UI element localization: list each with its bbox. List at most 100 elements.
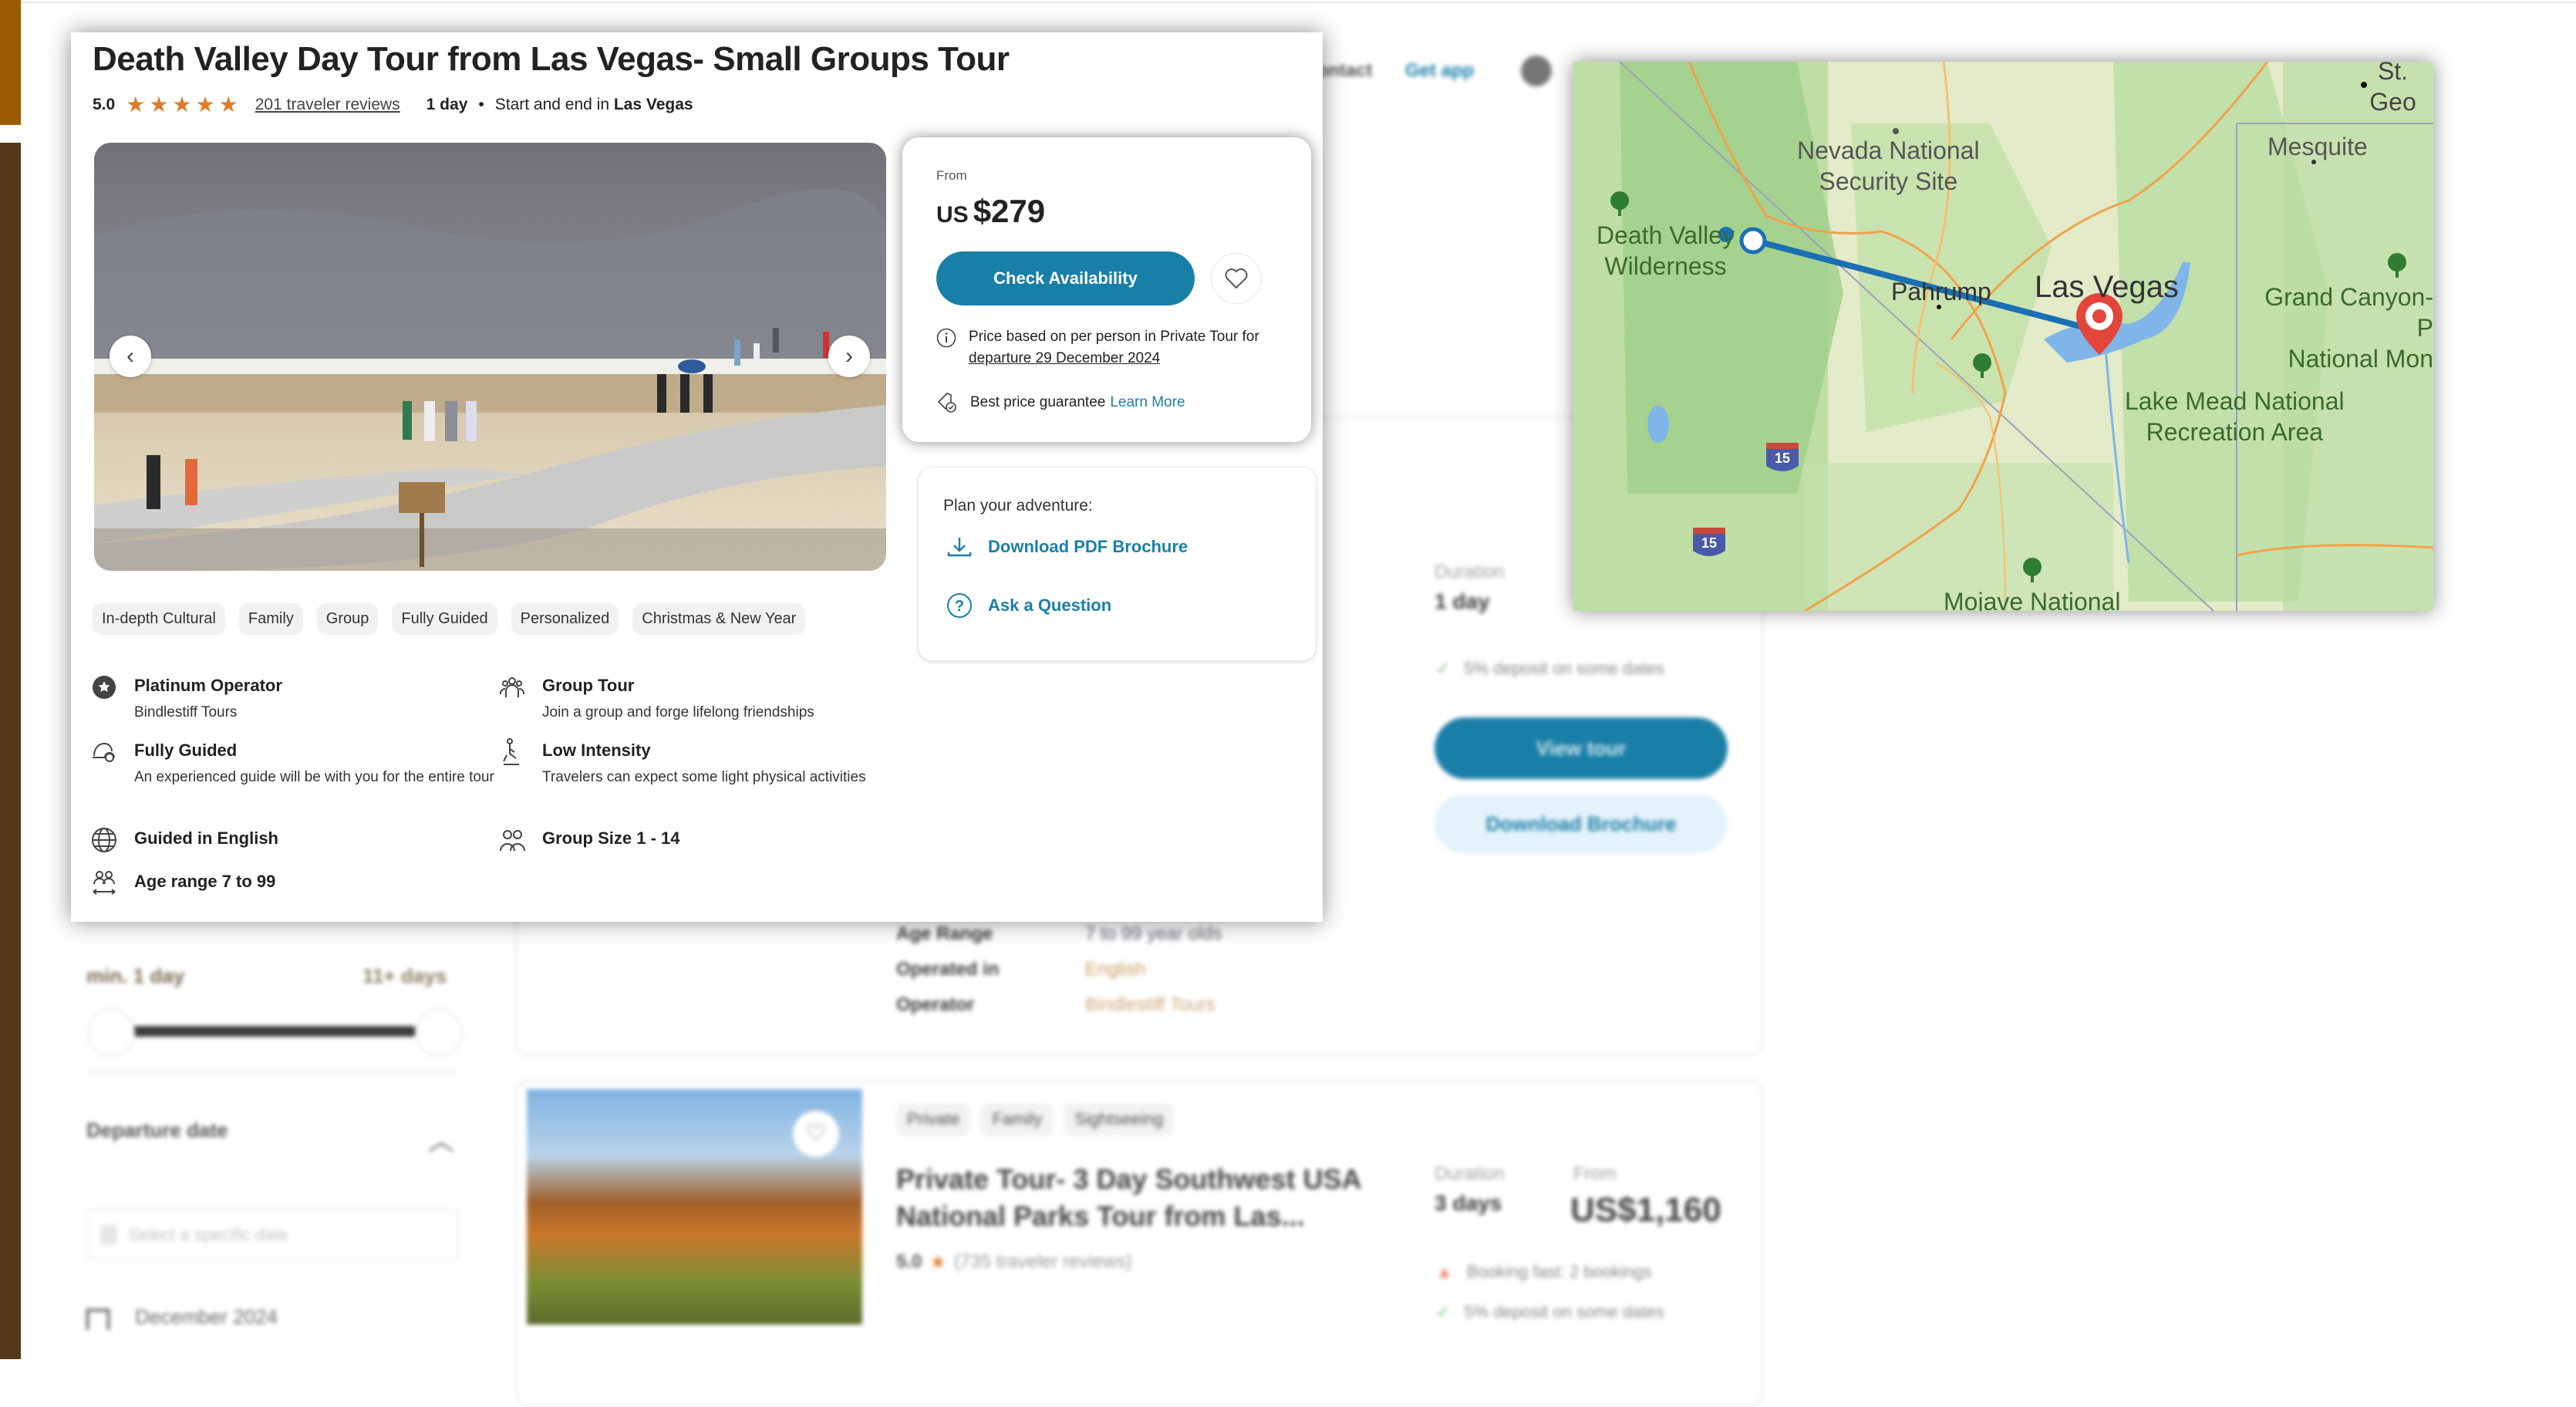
plan-heading: Plan your adventure: — [943, 497, 1093, 515]
language-globe-icon[interactable] — [1521, 56, 1552, 86]
map-label-pahrump: Pahrump — [1891, 278, 1991, 305]
flame-icon: ▲ — [1436, 1262, 1453, 1281]
globe-icon — [91, 827, 117, 853]
wishlist-button[interactable] — [1211, 253, 1262, 304]
duration-slider-track[interactable] — [131, 1026, 416, 1037]
tour-photo-gallery[interactable]: ‹ › — [94, 143, 886, 571]
ask-question-link[interactable]: ? Ask a Question — [946, 592, 1111, 619]
sidebar-filters: min. 1 day 11+ days Departure date ︿ Sel… — [46, 910, 478, 1359]
from-label: From — [936, 168, 967, 183]
star-icon: ★ — [218, 93, 238, 116]
feature-subtitle: Travelers can expect some light physical… — [542, 769, 866, 785]
tag: Family — [981, 1103, 1054, 1135]
download-brochure-button[interactable]: Download Brochure — [1435, 795, 1728, 853]
tag: Christmas & New Year — [632, 603, 806, 635]
rating-value: 5.0 — [93, 96, 116, 113]
date-select-input[interactable]: Select a specific date — [86, 1210, 460, 1260]
feature-title: Guided in English — [134, 828, 278, 848]
calendar-icon — [100, 1225, 117, 1245]
listing2-title[interactable]: Private Tour- 3 Day Southwest USA Nation… — [896, 1161, 1390, 1235]
date-placeholder: Select a specific date — [128, 1225, 288, 1244]
departure-date-link[interactable]: departure 29 December 2024 — [969, 348, 1259, 369]
listing2-price: US$1,160 — [1570, 1191, 1721, 1229]
plan-adventure-card: Plan your adventure: Download PDF Brochu… — [918, 467, 1317, 661]
sidebar-divider — [86, 1071, 457, 1073]
get-app-link[interactable]: Get app — [1405, 60, 1474, 82]
feature-group-tour: Group Tour Join a group and forge lifelon… — [499, 674, 814, 724]
check-availability-button[interactable]: Check Availability — [936, 251, 1195, 305]
listing1-details: Age Range 7 to 99 year olds Operated in En… — [896, 916, 1222, 1023]
heart-icon — [1225, 268, 1248, 289]
month-checkbox[interactable] — [86, 1309, 110, 1330]
group-tour-icon — [499, 674, 525, 700]
check-icon: ✓ — [1436, 1302, 1451, 1321]
tag: Family — [238, 603, 303, 635]
map-label-lake-mead: Lake Mead National Recreation Area — [2125, 387, 2345, 446]
svg-text:15: 15 — [1775, 450, 1790, 466]
departure-date-heading[interactable]: Departure date — [86, 1119, 228, 1142]
download-pdf-brochure-link[interactable]: Download PDF Brochure — [946, 535, 1188, 558]
chevron-up-icon[interactable]: ︿ — [428, 1120, 454, 1158]
listing2-tags: Private Family Sightseeing — [896, 1103, 1175, 1135]
listing2-deposit-note: ✓ 5% deposit on some dates — [1436, 1302, 1664, 1321]
check-icon: ✓ — [1436, 659, 1451, 678]
map-label-nevada-security-site: Nevada National Security Site — [1797, 137, 1980, 195]
guide-cap-icon — [91, 739, 117, 765]
duration-slider-max-handle[interactable] — [415, 1009, 463, 1057]
interstate-15-shield-south: 15 — [1693, 528, 1725, 556]
feature-subtitle: Join a group and forge lifelong friendsh… — [542, 704, 814, 720]
tour-duration: 1 day — [426, 96, 468, 113]
listing1-duration-value: 1 day — [1435, 589, 1490, 613]
guarantee-text: Best price guarantee — [970, 394, 1106, 410]
route-waypoint-marker — [1739, 227, 1767, 255]
listing2-wishlist-heart-icon[interactable]: ♡ — [793, 1111, 839, 1157]
feature-group-size: Group Size 1 - 14 — [499, 827, 680, 853]
listing2-booking-note: ▲ Booking fast: 2 bookings — [1436, 1262, 1652, 1281]
chevron-left-icon: ‹ — [126, 343, 134, 369]
duration-slider-min-handle[interactable] — [87, 1009, 135, 1057]
tag: Fully Guided — [392, 603, 497, 635]
map-label-mojave: Mojave National — [1944, 588, 2121, 611]
download-icon — [947, 538, 972, 557]
group-size-icon — [499, 827, 525, 853]
star-icon: ★ — [195, 93, 215, 116]
price-tag-check-icon — [937, 393, 956, 413]
listing2-rating: 5.0 ★ (735 traveler reviews) — [896, 1251, 1132, 1273]
tag: Private — [896, 1103, 971, 1135]
map-label-las-vegas: Las Vegas — [2035, 270, 2179, 304]
tag: Sightseeing — [1064, 1103, 1175, 1135]
gallery-prev-button[interactable]: ‹ — [110, 336, 151, 377]
feature-title: Platinum Operator — [134, 676, 282, 695]
learn-more-link[interactable]: Learn More — [1110, 394, 1185, 411]
feature-platinum-operator: Platinum Operator Bindlestiff Tours — [91, 674, 282, 724]
map-label-mesquite: Mesquite — [2267, 133, 2368, 160]
listing2-duration-value: 3 days — [1435, 1191, 1502, 1215]
feature-title: Age range 7 to 99 — [134, 872, 276, 891]
price-card: From US $279 Check Availability Price ba… — [902, 137, 1311, 442]
svg-text:15: 15 — [1701, 535, 1717, 551]
tag: Personalized — [511, 603, 619, 635]
low-intensity-icon — [499, 738, 525, 765]
month-option-label[interactable]: December 2024 — [135, 1305, 278, 1329]
gallery-photo — [94, 143, 886, 571]
age-range-icon — [91, 870, 117, 896]
duration-max-label: 11+ days — [362, 964, 447, 987]
listing2-from-label: From — [1573, 1163, 1617, 1184]
gallery-next-button[interactable]: › — [828, 336, 870, 377]
feature-low-intensity: Low Intensity Travelers can expect some l… — [499, 738, 866, 788]
reviews-link[interactable]: 201 traveler reviews — [255, 96, 400, 114]
price-note: Price based on per person in Private Tou… — [936, 326, 1259, 369]
star-icon: ★ — [149, 93, 169, 116]
view-tour-button[interactable]: View tour — [1435, 717, 1728, 779]
tour-tags: In-depth Cultural Family Group Fully Gui… — [93, 603, 806, 635]
currency-code: US — [936, 202, 969, 228]
route-map[interactable]: 15 15 St. Geo Nevada National Security S… — [1573, 62, 2433, 611]
feature-fully-guided: Fully Guided An experienced guide will be… — [91, 739, 494, 788]
interstate-15-shield: 15 — [1766, 443, 1799, 471]
star-icon: ★ — [126, 93, 146, 116]
feature-subtitle: An experienced guide will be with you fo… — [134, 769, 494, 785]
map-label-grand-canyon: Grand Canyon-P National Mon — [2264, 283, 2433, 373]
listing1-deposit-note: ✓ 5% deposit on some dates — [1436, 659, 1664, 678]
map-label-death-valley: Death Valley Wilderness — [1597, 221, 1735, 280]
tag: In-depth Cultural — [93, 603, 225, 635]
